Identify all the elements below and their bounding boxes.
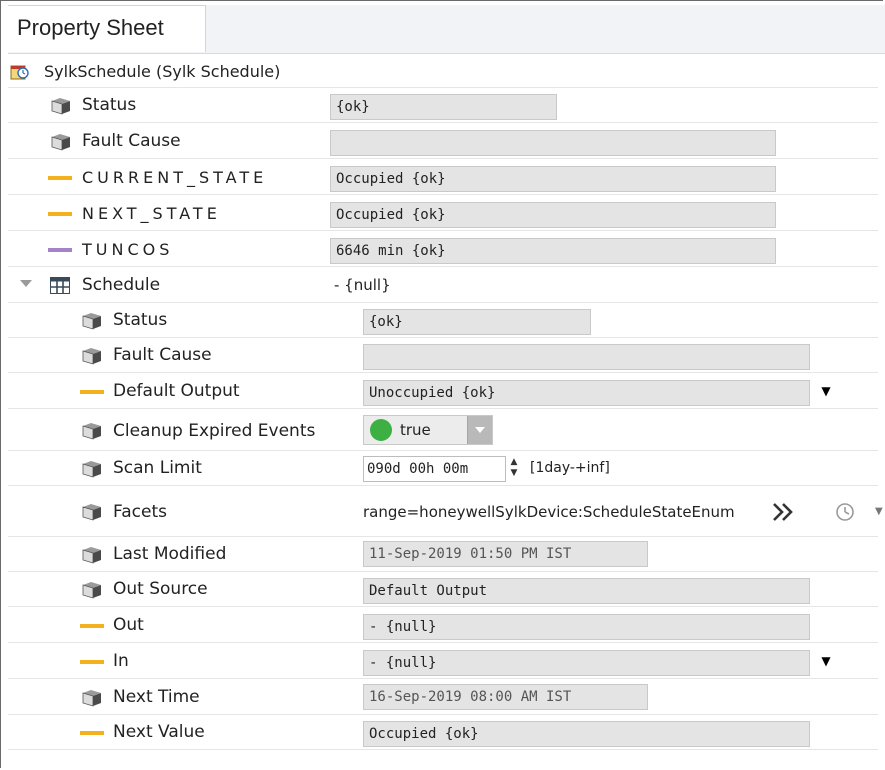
property-row-next-state[interactable]: NEXT_STATE Occupied {ok}	[8, 196, 878, 231]
schedule-row-last-modified[interactable]: Last Modified 11-Sep-2019 01:50 PM IST	[8, 537, 878, 572]
enum-slot-icon	[80, 390, 104, 394]
current-state-value-field[interactable]: Occupied {ok}	[330, 166, 776, 192]
property-label: Status	[82, 95, 137, 115]
double-chevron-down-icon[interactable]: ▼	[819, 382, 833, 400]
schedule-row-next-time[interactable]: Next Time 16-Sep-2019 08:00 AM IST	[8, 680, 878, 715]
property-label: Default Output	[113, 381, 240, 401]
enum-slot-icon	[48, 212, 72, 216]
enum-slot-icon	[80, 624, 104, 628]
schedule-row-out[interactable]: Out - {null}	[8, 608, 878, 643]
true-status-dot-icon	[370, 419, 392, 441]
numeric-slot-icon	[48, 248, 72, 252]
schedule-row-cleanup-expired-events[interactable]: Cleanup Expired Events true	[8, 411, 878, 451]
scan-limit-range: [1day-+inf]	[530, 460, 610, 476]
component-cube-icon	[82, 504, 101, 521]
out-source-field[interactable]: Default Output	[363, 578, 810, 604]
component-cube-icon	[82, 547, 101, 564]
property-label: TUNCOS	[82, 240, 174, 259]
double-chevron-right-icon[interactable]	[771, 501, 797, 523]
spinner-arrows-icon[interactable]: ▲ ▼	[508, 457, 520, 479]
property-label: Next Value	[113, 722, 205, 742]
next-time-field: 16-Sep-2019 08:00 AM IST	[363, 684, 648, 710]
tab-property-sheet[interactable]: Property Sheet	[8, 5, 206, 52]
out-field[interactable]: - {null}	[363, 614, 810, 640]
schedule-row-facets[interactable]: Facets range=honeywellSylkDevice:Schedul…	[8, 487, 883, 537]
tuncos-value-field[interactable]: 6646 min {ok}	[330, 238, 776, 264]
root-component-row[interactable]: SylkSchedule (Sylk Schedule)	[8, 57, 878, 88]
cleanup-boolean-select[interactable]: true	[363, 415, 493, 445]
enum-slot-icon	[48, 176, 72, 180]
component-cube-icon	[82, 690, 101, 707]
root-component-label: SylkSchedule (Sylk Schedule)	[44, 62, 281, 81]
property-label: Schedule	[82, 275, 161, 295]
schedule-row-next-value[interactable]: Next Value Occupied {ok}	[8, 715, 878, 750]
last-modified-field: 11-Sep-2019 01:50 PM IST	[363, 541, 648, 567]
property-label: Out Source	[113, 579, 208, 599]
component-cube-icon	[82, 348, 101, 365]
component-cube-icon	[51, 98, 70, 115]
component-cube-icon	[82, 423, 101, 440]
schedule-row-status[interactable]: Status {ok}	[8, 303, 878, 338]
property-label: CURRENT_STATE	[82, 168, 268, 187]
property-label: Fault Cause	[113, 345, 212, 365]
component-cube-icon	[82, 313, 101, 330]
schedule-row-fault-cause[interactable]: Fault Cause	[8, 338, 878, 373]
schedule-icon	[10, 65, 29, 80]
property-label: Scan Limit	[113, 458, 202, 478]
fault-cause-value-field[interactable]	[330, 130, 776, 156]
schedule-value: - {null}	[334, 276, 391, 294]
schedule-fault-cause-field[interactable]	[363, 344, 810, 370]
property-row-schedule[interactable]: Schedule - {null}	[8, 268, 878, 303]
next-state-value-field[interactable]: Occupied {ok}	[330, 202, 776, 228]
property-label: Facets	[113, 502, 167, 522]
next-value-field[interactable]: Occupied {ok}	[363, 721, 810, 747]
enum-slot-icon	[80, 731, 104, 735]
history-clock-icon[interactable]	[834, 501, 856, 523]
property-label: Last Modified	[113, 544, 227, 564]
scan-limit-time-input[interactable]: 090d 00h 00m	[363, 456, 506, 482]
property-row-fault-cause[interactable]: Fault Cause	[8, 124, 878, 159]
chevron-down-icon[interactable]: ▼	[875, 506, 883, 517]
property-label: Status	[113, 310, 168, 330]
property-label: Fault Cause	[82, 131, 181, 151]
tab-bar: Property Sheet	[8, 5, 885, 54]
facets-value: range=honeywellSylkDevice:ScheduleStateE…	[363, 503, 735, 521]
in-field[interactable]: - {null}	[363, 650, 810, 676]
property-label: NEXT_STATE	[82, 204, 221, 223]
property-label: Next Time	[113, 687, 200, 707]
property-label: Out	[113, 615, 144, 635]
property-row-current-state[interactable]: CURRENT_STATE Occupied {ok}	[8, 160, 878, 195]
schedule-row-out-source[interactable]: Out Source Default Output	[8, 572, 878, 607]
schedule-row-default-output[interactable]: Default Output Unoccupied {ok} ▼	[8, 374, 878, 409]
boolean-value: true	[400, 421, 431, 439]
schedule-status-field[interactable]: {ok}	[363, 309, 591, 335]
component-cube-icon	[82, 461, 101, 478]
status-value-field[interactable]: {ok}	[330, 94, 557, 120]
dropdown-arrow-icon[interactable]	[467, 416, 492, 444]
property-row-tuncos[interactable]: TUNCOS 6646 min {ok}	[8, 232, 878, 267]
collapse-triangle-icon[interactable]	[20, 280, 32, 287]
component-cube-icon	[51, 134, 70, 151]
enum-slot-icon	[80, 660, 104, 664]
property-label: Cleanup Expired Events	[113, 421, 316, 441]
schedule-row-scan-limit[interactable]: Scan Limit 090d 00h 00m ▲ ▼ [1day-+inf]	[8, 451, 878, 486]
component-cube-icon	[82, 582, 101, 599]
property-label: In	[113, 651, 129, 671]
schedule-row-in[interactable]: In - {null} ▼	[8, 644, 878, 679]
default-output-field[interactable]: Unoccupied {ok}	[363, 380, 810, 406]
grid-icon	[50, 277, 70, 294]
property-row-status[interactable]: Status {ok}	[8, 88, 878, 123]
double-chevron-down-icon[interactable]: ▼	[819, 652, 833, 670]
